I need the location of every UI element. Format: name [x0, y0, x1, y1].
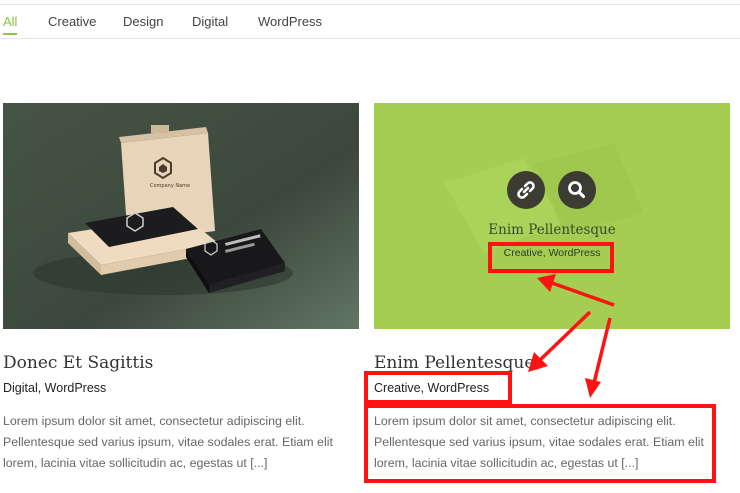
annotation-arrow [592, 317, 612, 384]
annotation-arrow [538, 310, 592, 362]
annotation-arrow [551, 281, 615, 307]
annotation-arrow-head [585, 378, 601, 398]
annotation-arrows [528, 274, 615, 398]
